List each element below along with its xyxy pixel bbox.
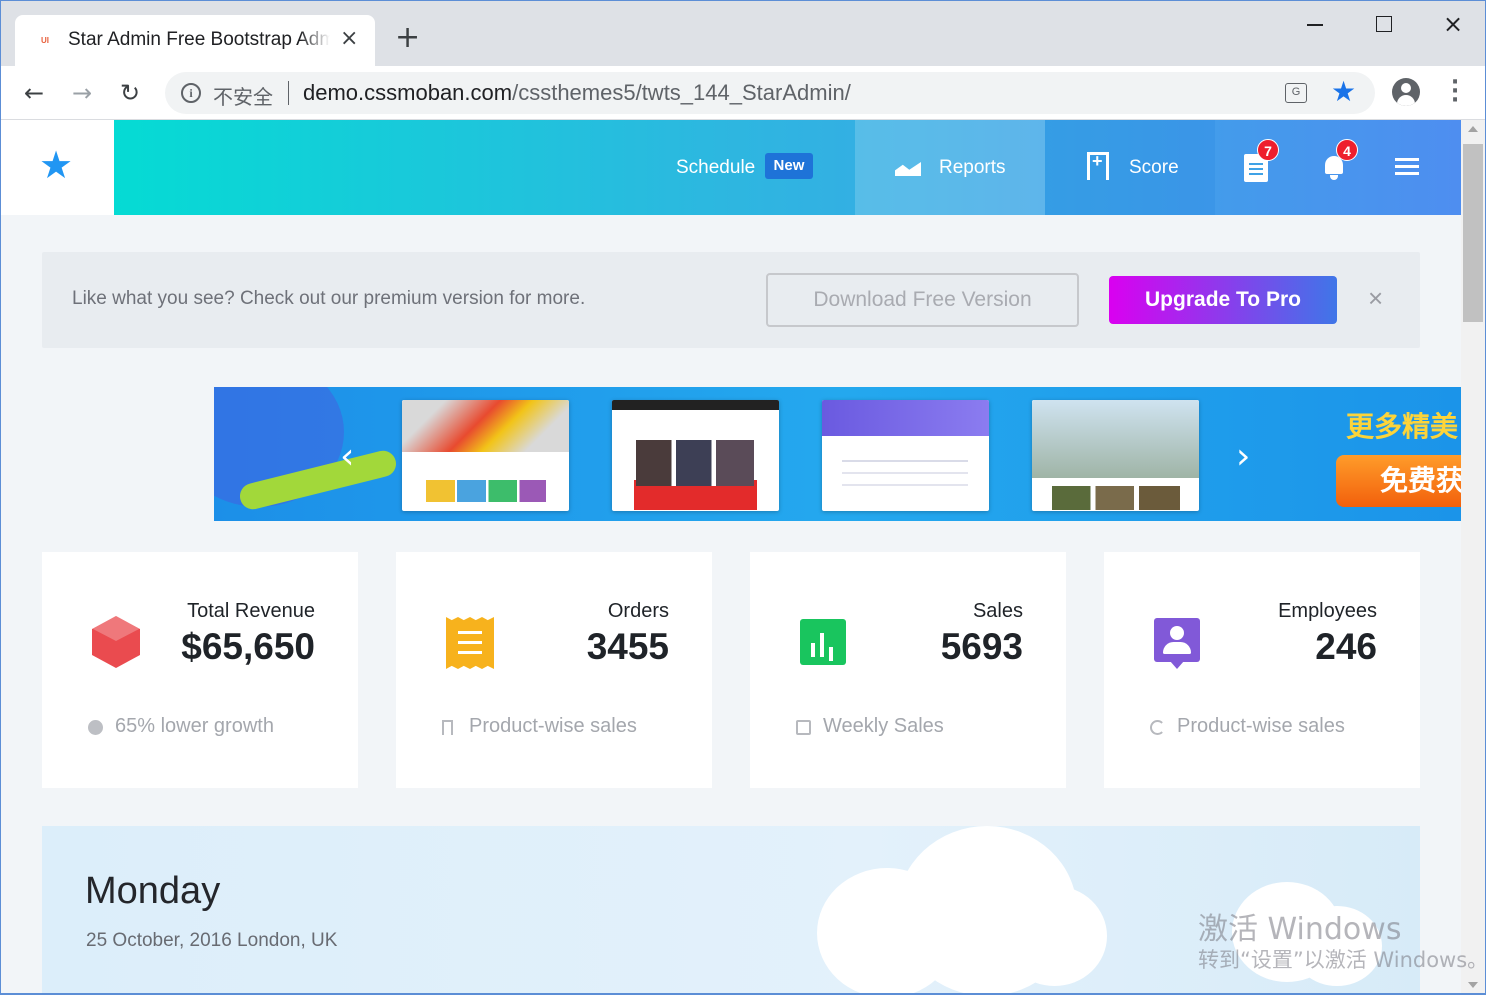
nav-score[interactable]: Score: [1045, 120, 1215, 215]
translate-icon[interactable]: G: [1285, 83, 1307, 103]
notes-count-badge: 7: [1257, 139, 1279, 161]
brand-logo[interactable]: ★: [1, 120, 114, 215]
reload-icon: [1150, 720, 1165, 735]
ad-banner[interactable]: ‹ › 更多精美 免费获: [214, 387, 1461, 521]
nav-score-label: Score: [1129, 157, 1179, 178]
stat-footer: Product-wise sales: [1177, 715, 1345, 737]
hamburger-menu-icon[interactable]: [1395, 158, 1419, 176]
alert-icon: [88, 720, 103, 735]
windows-activation-hint: 转到“设置”以激活 Windows。: [1198, 948, 1486, 972]
nav-reports-label: Reports: [939, 157, 1006, 178]
stat-footer: 65% lower growth: [115, 715, 274, 737]
weather-date: 25 October, 2016 London, UK: [86, 930, 338, 951]
address-bar[interactable]: i 不安全 demo.cssmoban.com/cssthemes5/twts_…: [165, 72, 1375, 114]
stat-card-orders: Orders 3455 Product-wise sales: [396, 552, 712, 788]
banner-prev-icon[interactable]: ‹: [340, 439, 354, 475]
area-chart-icon: [895, 154, 921, 180]
banner-headline: 更多精美: [1346, 410, 1459, 443]
maximize-button[interactable]: [1365, 11, 1405, 39]
browser-tab[interactable]: UI Star Admin Free Bootstrap Admin Templ…: [15, 15, 375, 67]
nav-schedule-label: Schedule: [676, 157, 756, 178]
stat-card-employees: Employees 246 Product-wise sales: [1104, 552, 1420, 788]
stat-label: Employees: [1278, 600, 1377, 622]
tab-close-icon[interactable]: ×: [340, 27, 358, 51]
window-close-button[interactable]: ×: [1433, 11, 1473, 39]
security-status: 不安全: [213, 85, 273, 109]
stat-footer: Product-wise sales: [469, 715, 637, 737]
bar-chart-icon: [800, 619, 846, 665]
template-thumbnail[interactable]: [1032, 400, 1199, 511]
weather-day: Monday: [85, 870, 221, 912]
scrollbar-thumb[interactable]: [1463, 144, 1483, 322]
new-tab-button[interactable]: +: [395, 23, 420, 53]
stat-label: Total Revenue: [187, 600, 315, 622]
stat-card-revenue: Total Revenue $65,650 65% lower growth: [42, 552, 358, 788]
page-viewport: ★ Schedule New Reports Score 7 4 Like wh…: [1, 120, 1461, 994]
page-scrollbar[interactable]: [1461, 120, 1485, 994]
url-separator: [288, 81, 289, 105]
stat-footer: Weekly Sales: [823, 715, 944, 737]
promo-close-icon[interactable]: ×: [1368, 282, 1383, 314]
browser-menu-icon[interactable]: · · ·: [1445, 72, 1465, 112]
stat-value: $65,650: [181, 626, 315, 667]
upgrade-pro-button[interactable]: Upgrade To Pro: [1109, 276, 1337, 324]
stat-label: Sales: [972, 600, 1023, 622]
banner-next-icon[interactable]: ›: [1236, 439, 1250, 475]
stat-label: Orders: [607, 600, 669, 622]
url-text[interactable]: demo.cssmoban.com/cssthemes5/twts_144_St…: [303, 80, 851, 106]
new-badge: New: [764, 152, 814, 179]
window-frame: [0, 66, 1, 995]
cloud-shape: [1002, 886, 1107, 986]
bookmark-outline-icon: [442, 720, 453, 735]
browser-tab-strip: UI Star Admin Free Bootstrap Admin Templ…: [0, 0, 1486, 67]
stat-value: 246: [1315, 626, 1377, 667]
url-host: demo.cssmoban.com: [303, 80, 513, 105]
site-info-icon[interactable]: i: [181, 83, 201, 103]
tab-title: Star Admin Free Bootstrap Admin Template: [68, 29, 330, 51]
promo-alert: Like what you see? Check out our premium…: [42, 252, 1420, 348]
bookmark-plus-icon: [1087, 151, 1109, 180]
nav-schedule[interactable]: Schedule New: [676, 120, 814, 215]
star-logo-icon: ★: [39, 145, 74, 187]
navbar-menu: Schedule New Reports Score 7 4: [114, 120, 1461, 215]
stat-value: 3455: [586, 626, 669, 667]
scroll-down-arrow-icon[interactable]: [1468, 982, 1478, 988]
template-thumbnail[interactable]: [822, 400, 989, 511]
banner-cta-button[interactable]: 免费获: [1336, 455, 1461, 507]
stat-value: 5693: [940, 626, 1023, 667]
account-box-icon: [1154, 618, 1200, 670]
bookmark-star-icon[interactable]: ★: [1331, 76, 1356, 108]
account-icon[interactable]: [1392, 78, 1420, 106]
favicon-icon: UI: [41, 36, 49, 45]
browser-toolbar: ← → ↻ i 不安全 demo.cssmoban.com/cssthemes5…: [0, 66, 1486, 120]
calendar-icon: [796, 720, 811, 735]
top-navbar: ★ Schedule New Reports Score 7 4: [1, 120, 1461, 215]
download-free-button[interactable]: Download Free Version: [766, 273, 1079, 327]
nav-reports[interactable]: Reports: [855, 120, 1045, 215]
template-thumbnail[interactable]: [612, 400, 779, 511]
minimize-button[interactable]: [1297, 11, 1337, 39]
reload-button[interactable]: ↻: [113, 76, 147, 110]
windows-activation-watermark: 激活 Windows: [1198, 912, 1402, 947]
receipt-icon: [446, 617, 494, 669]
template-thumbnail[interactable]: [402, 400, 569, 511]
notification-count-badge: 4: [1336, 139, 1358, 161]
scroll-up-arrow-icon[interactable]: [1468, 126, 1478, 132]
cube-icon: [92, 616, 140, 668]
url-path: /cssthemes5/twts_144_StarAdmin/: [512, 80, 851, 105]
stat-card-sales: Sales 5693 Weekly Sales: [750, 552, 1066, 788]
back-button[interactable]: ←: [17, 76, 51, 110]
forward-button[interactable]: →: [65, 76, 99, 110]
promo-text: Like what you see? Check out our premium…: [72, 288, 586, 309]
